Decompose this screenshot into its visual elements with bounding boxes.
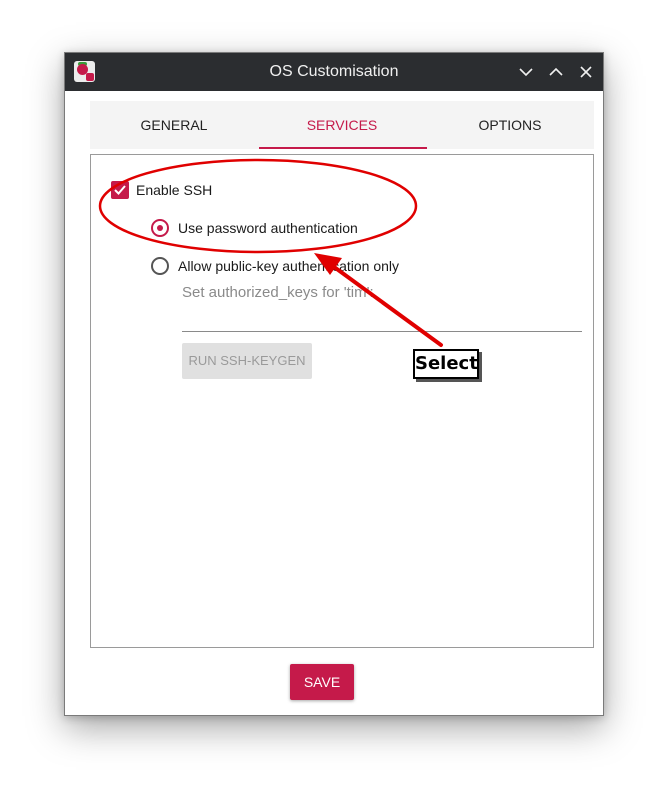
annotation-arrow-shaft [328,262,443,347]
annotation-overlay [98,158,443,347]
highlight-ellipse [98,158,418,254]
select-callout: Select [413,349,479,379]
